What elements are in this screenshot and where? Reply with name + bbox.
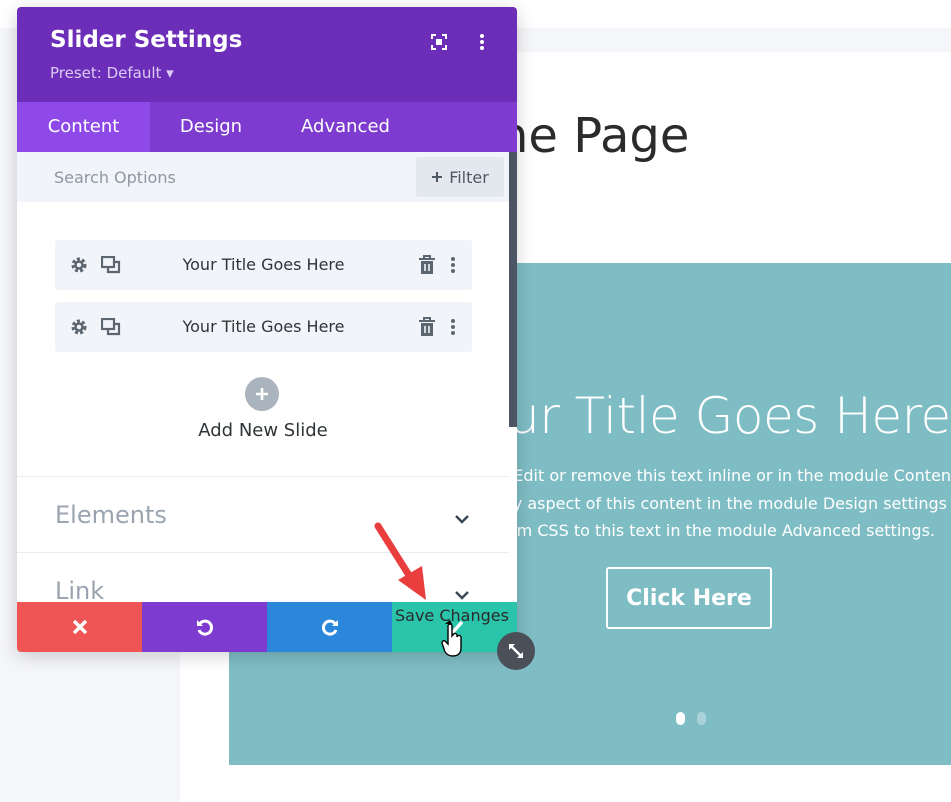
- trash-icon[interactable]: [418, 255, 436, 279]
- add-slide-label[interactable]: Add New Slide: [17, 420, 509, 441]
- section-divider: [17, 552, 509, 553]
- hand-cursor-icon: [440, 620, 464, 664]
- undo-icon: [196, 619, 213, 636]
- panel-header[interactable]: Slider Settings Preset: Default ▾: [17, 7, 517, 102]
- add-slide-button[interactable]: [245, 377, 279, 411]
- resize-handle[interactable]: [497, 632, 535, 670]
- kebab-icon[interactable]: [450, 255, 456, 279]
- slider-settings-panel: Slider Settings Preset: Default ▾ Conten…: [17, 7, 517, 652]
- section-link-label[interactable]: Link: [55, 577, 104, 605]
- page-heading: ne Page: [498, 108, 690, 164]
- plus-icon: [256, 388, 268, 400]
- undo-button[interactable]: [142, 602, 267, 652]
- panel-scrollbar[interactable]: [509, 152, 517, 427]
- slide-list-item[interactable]: Your Title Goes Here: [55, 240, 472, 290]
- tab-design[interactable]: Design: [150, 102, 272, 152]
- slide-item-label: Your Title Goes Here: [182, 317, 345, 336]
- search-input[interactable]: [17, 152, 414, 202]
- filter-button[interactable]: Filter: [416, 157, 504, 197]
- tab-advanced[interactable]: Advanced: [272, 102, 419, 152]
- slide-title[interactable]: ur Title Goes Here: [508, 387, 951, 445]
- preset-dropdown[interactable]: Preset: Default ▾: [50, 64, 174, 82]
- tab-content[interactable]: Content: [17, 102, 150, 152]
- slide-body-line[interactable]: stom CSS to this text in the module Adva…: [492, 521, 935, 540]
- cancel-button[interactable]: [17, 602, 142, 652]
- search-row: Filter: [17, 152, 509, 202]
- section-elements-label[interactable]: Elements: [55, 501, 167, 529]
- plus-icon: [432, 172, 443, 182]
- filter-label: Filter: [449, 167, 489, 187]
- slide-body-line[interactable]: re. Edit or remove this text inline or i…: [487, 466, 951, 485]
- panel-title: Slider Settings: [50, 27, 243, 53]
- arrow-pointer-icon: [360, 518, 430, 612]
- close-icon: [72, 619, 87, 635]
- focus-icon[interactable]: [430, 33, 448, 55]
- slide-cta-button[interactable]: Click Here: [606, 567, 772, 629]
- slide-list-item[interactable]: Your Title Goes Here: [55, 302, 472, 352]
- resize-icon: [509, 644, 523, 658]
- slide-body-line[interactable]: ery aspect of this content in the module…: [496, 494, 947, 513]
- slide-item-label: Your Title Goes Here: [182, 255, 345, 274]
- redo-icon: [321, 619, 338, 636]
- chevron-down-icon[interactable]: [454, 509, 470, 528]
- panel-tabs: Content Design Advanced: [17, 102, 517, 152]
- section-divider: [17, 476, 509, 477]
- more-vertical-icon[interactable]: [473, 33, 491, 55]
- trash-icon[interactable]: [418, 317, 436, 341]
- slider-dot-active[interactable]: [676, 712, 685, 725]
- kebab-icon[interactable]: [450, 317, 456, 341]
- slider-dot[interactable]: [697, 712, 706, 725]
